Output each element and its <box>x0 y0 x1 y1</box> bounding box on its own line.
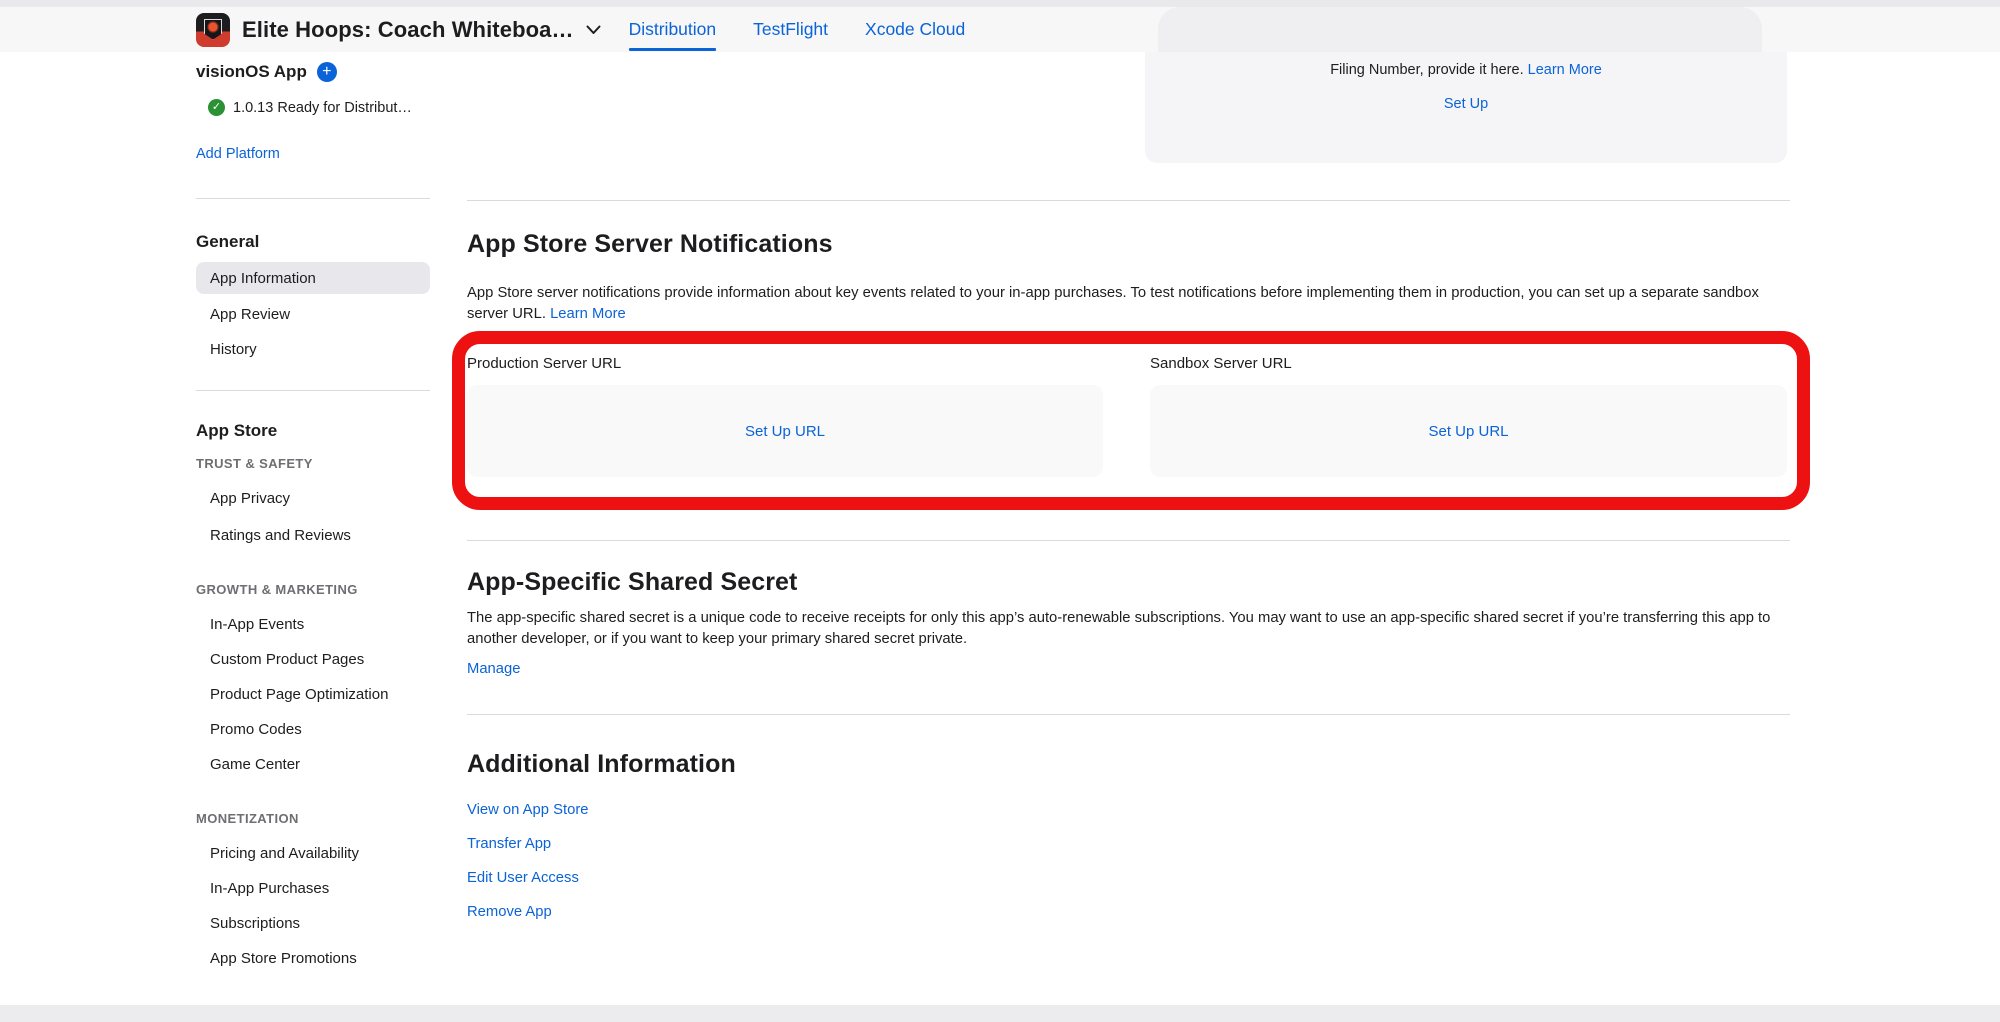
sidebar-item-in-app-events[interactable]: In-App Events <box>196 608 430 640</box>
version-status-row[interactable]: ✓ 1.0.13 Ready for Distribut… <box>208 99 412 116</box>
sidebar-divider <box>196 390 430 391</box>
platform-label: visionOS App <box>196 62 307 82</box>
section-divider <box>467 714 1790 715</box>
production-server-url-label: Production Server URL <box>467 355 621 372</box>
group-label-monetization: MONETIZATION <box>196 811 299 826</box>
server-notifications-description: App Store server notifications provide i… <box>467 283 1790 325</box>
app-store-connect-page: Elite Hoops: Coach Whiteboa… Distributio… <box>0 0 2000 1022</box>
shared-secret-description: The app-specific shared secret is a uniq… <box>467 608 1790 650</box>
sidebar-item-in-app-purchases[interactable]: In-App Purchases <box>196 872 430 904</box>
server-notifications-title: App Store Server Notifications <box>467 230 833 259</box>
view-on-app-store-link[interactable]: View on App Store <box>467 802 588 818</box>
tab-xcode-cloud[interactable]: Xcode Cloud <box>865 7 965 52</box>
additional-information-title: Additional Information <box>467 750 736 779</box>
link-row: View on App Store <box>467 802 588 818</box>
server-notifications-text: App Store server notifications provide i… <box>467 285 1759 322</box>
sandbox-server-url-box: Set Up URL <box>1150 385 1787 477</box>
link-row: Remove App <box>467 904 552 920</box>
production-server-url-box: Set Up URL <box>467 385 1103 477</box>
production-set-up-url-link[interactable]: Set Up URL <box>745 423 825 440</box>
section-divider <box>467 540 1790 541</box>
filing-number-card: Filing Number, provide it here. Learn Mo… <box>1145 52 1787 163</box>
sidebar-item-ratings-reviews[interactable]: Ratings and Reviews <box>196 519 430 551</box>
sidebar-item-game-center[interactable]: Game Center <box>196 748 430 780</box>
app-icon <box>196 13 230 47</box>
status-check-icon: ✓ <box>208 99 225 116</box>
tab-distribution[interactable]: Distribution <box>629 7 717 52</box>
sidebar-item-history[interactable]: History <box>196 333 430 365</box>
platform-header: visionOS App + <box>196 62 337 82</box>
sidebar-item-app-store-promotions[interactable]: App Store Promotions <box>196 942 430 974</box>
top-tabs: Distribution TestFlight Xcode Cloud <box>629 7 966 52</box>
app-store-heading: App Store <box>196 421 277 441</box>
filing-number-text: Filing Number, provide it here. <box>1330 62 1523 78</box>
tab-testflight[interactable]: TestFlight <box>753 7 828 52</box>
top-card-notch <box>1158 7 1762 52</box>
general-heading: General <box>196 232 259 252</box>
sidebar-item-pricing-availability[interactable]: Pricing and Availability <box>196 837 430 869</box>
window-top-strip <box>0 0 2000 7</box>
plus-icon[interactable]: + <box>317 62 337 82</box>
edit-user-access-link[interactable]: Edit User Access <box>467 870 579 886</box>
section-divider <box>467 200 1790 201</box>
group-label-growth-marketing: GROWTH & MARKETING <box>196 582 358 597</box>
link-row: Transfer App <box>467 836 551 852</box>
sidebar-item-app-review[interactable]: App Review <box>196 298 430 330</box>
server-notifications-learn-more-link[interactable]: Learn More <box>550 306 626 322</box>
filing-learn-more-link[interactable]: Learn More <box>1528 62 1602 78</box>
manage-link-row: Manage <box>467 661 520 677</box>
manage-link[interactable]: Manage <box>467 661 520 677</box>
add-platform-link[interactable]: Add Platform <box>196 146 280 162</box>
remove-app-link[interactable]: Remove App <box>467 904 552 920</box>
add-platform-label[interactable]: Add Platform <box>196 146 280 162</box>
sidebar-item-subscriptions[interactable]: Subscriptions <box>196 907 430 939</box>
transfer-app-link[interactable]: Transfer App <box>467 836 551 852</box>
footer-bar <box>0 1005 2000 1022</box>
header-content: Elite Hoops: Coach Whiteboa… Distributio… <box>196 7 965 52</box>
filing-set-up-link[interactable]: Set Up <box>1444 96 1488 112</box>
sandbox-server-url-label: Sandbox Server URL <box>1150 355 1292 372</box>
sidebar-divider <box>196 198 430 199</box>
sidebar-item-product-page-optimization[interactable]: Product Page Optimization <box>196 678 430 710</box>
version-status-label: 1.0.13 Ready for Distribut… <box>233 100 412 116</box>
sidebar-item-promo-codes[interactable]: Promo Codes <box>196 713 430 745</box>
app-title: Elite Hoops: Coach Whiteboa… <box>242 17 574 43</box>
sidebar-item-custom-product-pages[interactable]: Custom Product Pages <box>196 643 430 675</box>
basketball-icon <box>208 22 219 33</box>
chevron-down-icon[interactable] <box>586 25 601 35</box>
sidebar-item-app-privacy[interactable]: App Privacy <box>196 482 430 514</box>
sandbox-set-up-url-link[interactable]: Set Up URL <box>1428 423 1508 440</box>
link-row: Edit User Access <box>467 870 579 886</box>
shared-secret-title: App-Specific Shared Secret <box>467 568 797 597</box>
sidebar-item-app-information[interactable]: App Information <box>196 262 430 294</box>
group-label-trust-safety: TRUST & SAFETY <box>196 456 313 471</box>
